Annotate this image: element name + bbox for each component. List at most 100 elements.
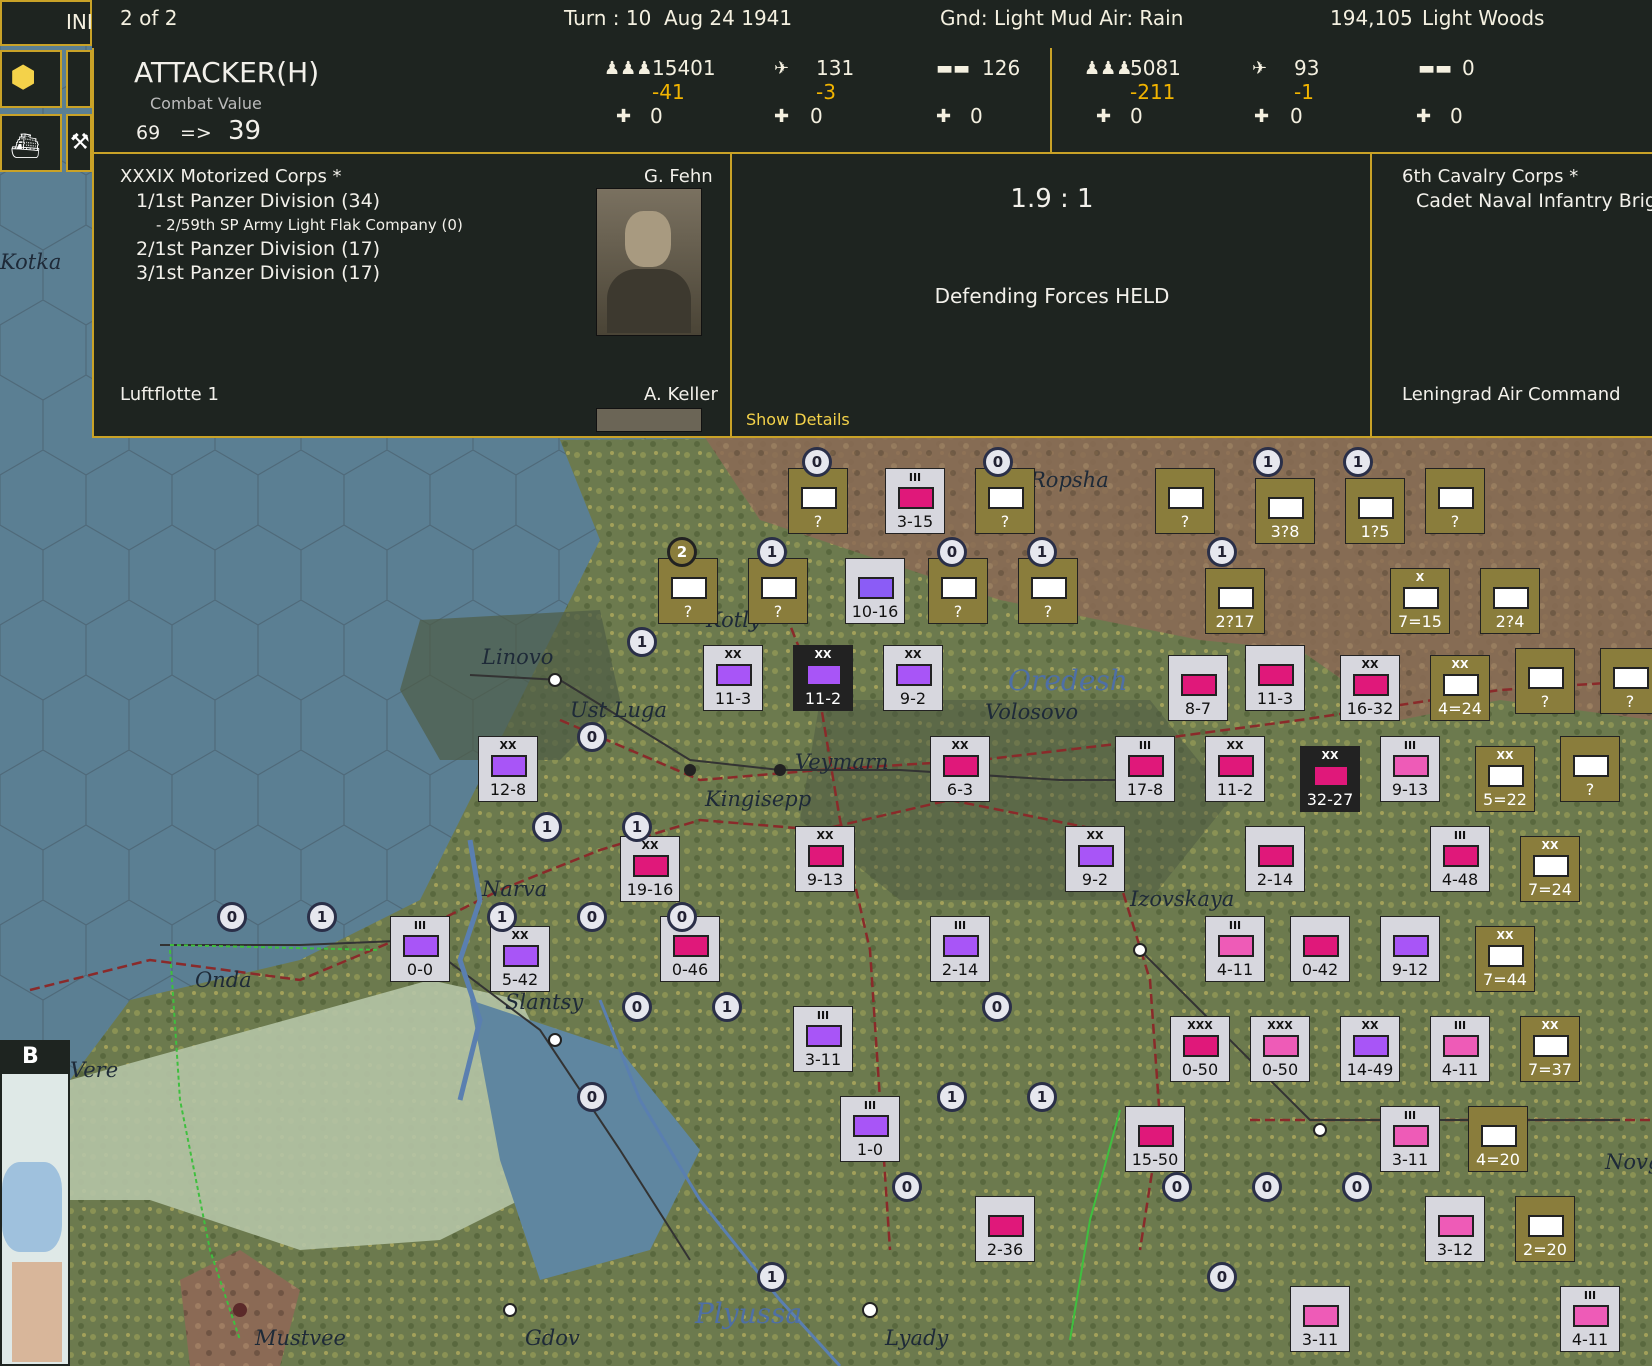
map-unit[interactable]: XX 9-13 (795, 826, 855, 892)
map-unit[interactable]: III 3-15 (885, 468, 945, 534)
zoc-marker[interactable]: 0 (1162, 1172, 1192, 1202)
map-unit[interactable]: ? (1155, 468, 1215, 534)
zoc-marker[interactable]: 0 (577, 1082, 607, 1112)
map-unit[interactable]: 9-12 (1380, 916, 1440, 982)
map-unit[interactable]: ? (788, 468, 848, 534)
map-unit[interactable]: III 4-11 (1430, 1016, 1490, 1082)
zoc-marker[interactable]: 1 (937, 1082, 967, 1112)
zoc-marker[interactable]: 0 (577, 902, 607, 932)
zoc-marker[interactable]: 0 (892, 1172, 922, 1202)
map-unit[interactable]: XX 11-2 (793, 645, 853, 711)
map-unit[interactable]: 0-42 (1290, 916, 1350, 982)
map-unit[interactable]: 3?8 (1255, 478, 1315, 544)
map-unit[interactable]: III 17-8 (1115, 736, 1175, 802)
show-details-link[interactable]: Show Details (746, 410, 850, 429)
attacker-corps[interactable]: XXXIX Motorized Corps * (120, 166, 342, 187)
map-unit[interactable]: III 0-0 (390, 916, 450, 982)
map-unit[interactable]: XX 9-2 (1065, 826, 1125, 892)
side-b-tab[interactable]: B (0, 1042, 70, 1074)
zoc-marker[interactable]: 1 (712, 992, 742, 1022)
zoc-marker[interactable]: 0 (667, 902, 697, 932)
map-unit[interactable]: XX 11-3 (703, 645, 763, 711)
defender-corps[interactable]: 6th Cavalry Corps * (1402, 166, 1578, 187)
air-command[interactable]: Luftflotte 1 (120, 384, 219, 405)
defender-air-command[interactable]: Leningrad Air Command (1402, 384, 1621, 405)
map-unit[interactable]: III 4-11 (1205, 916, 1265, 982)
map-unit[interactable]: 2-36 (975, 1196, 1035, 1262)
map-unit[interactable]: 11-3 (1245, 645, 1305, 711)
map-unit[interactable]: 1?5 (1345, 478, 1405, 544)
map-unit[interactable]: 8-7 (1168, 655, 1228, 721)
zoc-marker[interactable]: 0 (1252, 1172, 1282, 1202)
commander-portrait[interactable] (596, 188, 702, 336)
map-unit[interactable]: 3-11 (1290, 1286, 1350, 1352)
side-tool-button[interactable] (66, 50, 92, 108)
zoc-marker[interactable]: 1 (487, 902, 517, 932)
map-unit[interactable]: XX 7=37 (1520, 1016, 1580, 1082)
zoc-marker[interactable]: 0 (802, 447, 832, 477)
defender-unit[interactable]: Cadet Naval Infantry Briga (1416, 190, 1652, 212)
map-unit[interactable]: 2?4 (1480, 568, 1540, 634)
map-unit[interactable]: III 3-11 (793, 1006, 853, 1072)
naval-mode-button[interactable]: ⛴ (0, 114, 62, 172)
map-unit[interactable]: 2=20 (1515, 1196, 1575, 1262)
zoc-marker[interactable]: 0 (622, 992, 652, 1022)
zoc-marker[interactable]: 0 (983, 447, 1013, 477)
map-unit[interactable]: III 4-48 (1430, 826, 1490, 892)
attacker-subunit[interactable]: - 2/59th SP Army Light Flak Company (0) (156, 216, 463, 234)
map-unit[interactable]: X 7=15 (1390, 568, 1450, 634)
zoc-marker[interactable]: 1 (1027, 1082, 1057, 1112)
map-unit[interactable]: XX 9-2 (883, 645, 943, 711)
map-unit[interactable]: XX 32-27 (1300, 746, 1360, 812)
map-unit[interactable]: XX 5=22 (1475, 746, 1535, 812)
map-unit[interactable]: XXX 0-50 (1170, 1016, 1230, 1082)
map-unit[interactable]: ? (1560, 736, 1620, 802)
zoc-marker[interactable]: 0 (577, 722, 607, 752)
zoc-marker[interactable]: 0 (982, 992, 1012, 1022)
zoc-marker[interactable]: 1 (1343, 447, 1373, 477)
map-unit[interactable]: ? (928, 558, 988, 624)
map-unit[interactable]: XX 19-16 (620, 836, 680, 902)
map-unit[interactable]: ? (748, 558, 808, 624)
zoc-marker[interactable]: 0 (1207, 1262, 1237, 1292)
map-unit[interactable]: XXX 0-50 (1250, 1016, 1310, 1082)
map-unit[interactable]: XX 5-42 (490, 926, 550, 992)
map-unit[interactable]: ? (1425, 468, 1485, 534)
zoc-marker[interactable]: 0 (937, 537, 967, 567)
zoc-marker[interactable]: 1 (532, 812, 562, 842)
zoc-marker[interactable]: 0 (217, 902, 247, 932)
map-unit[interactable]: 2-14 (1245, 826, 1305, 892)
map-unit[interactable]: ? (1600, 648, 1652, 714)
hex-mode-button[interactable]: ⬢ (0, 50, 62, 108)
attacker-unit-1[interactable]: 1/1st Panzer Division (34) (136, 190, 380, 212)
map-unit[interactable]: XX 14-49 (1340, 1016, 1400, 1082)
map-unit[interactable]: 3-12 (1425, 1196, 1485, 1262)
map-unit[interactable]: III 9-13 (1380, 736, 1440, 802)
attacker-unit-3[interactable]: 3/1st Panzer Division (17) (136, 262, 380, 284)
zoc-marker[interactable]: 2 (667, 537, 697, 567)
ini-tab[interactable]: INI (0, 0, 93, 46)
map-unit[interactable]: XX 7=44 (1475, 926, 1535, 992)
zoc-marker[interactable]: 1 (307, 902, 337, 932)
map-unit[interactable]: XX 16-32 (1340, 655, 1400, 721)
air-commander-portrait[interactable] (596, 408, 702, 432)
map-unit[interactable]: III 1-0 (840, 1096, 900, 1162)
zoc-marker[interactable]: 1 (1253, 447, 1283, 477)
map-unit[interactable]: XX 12-8 (478, 736, 538, 802)
map-unit[interactable]: ? (975, 468, 1035, 534)
zoc-marker[interactable]: 1 (1027, 537, 1057, 567)
map-unit[interactable]: III 2-14 (930, 916, 990, 982)
map-unit[interactable]: 15-50 (1125, 1106, 1185, 1172)
map-unit[interactable]: XX 11-2 (1205, 736, 1265, 802)
zoc-marker[interactable]: 1 (622, 812, 652, 842)
map-unit[interactable]: 10-16 (845, 558, 905, 624)
map-unit[interactable]: XX 7=24 (1520, 836, 1580, 902)
map-unit[interactable]: III 3-11 (1380, 1106, 1440, 1172)
map-unit[interactable]: XX 6-3 (930, 736, 990, 802)
map-unit[interactable]: III 4-11 (1560, 1286, 1620, 1352)
map-unit[interactable]: ? (1515, 648, 1575, 714)
zoc-marker[interactable]: 1 (757, 1262, 787, 1292)
map-unit[interactable]: ? (1018, 558, 1078, 624)
zoc-marker[interactable]: 1 (1207, 537, 1237, 567)
map-unit[interactable]: 2?17 (1205, 568, 1265, 634)
